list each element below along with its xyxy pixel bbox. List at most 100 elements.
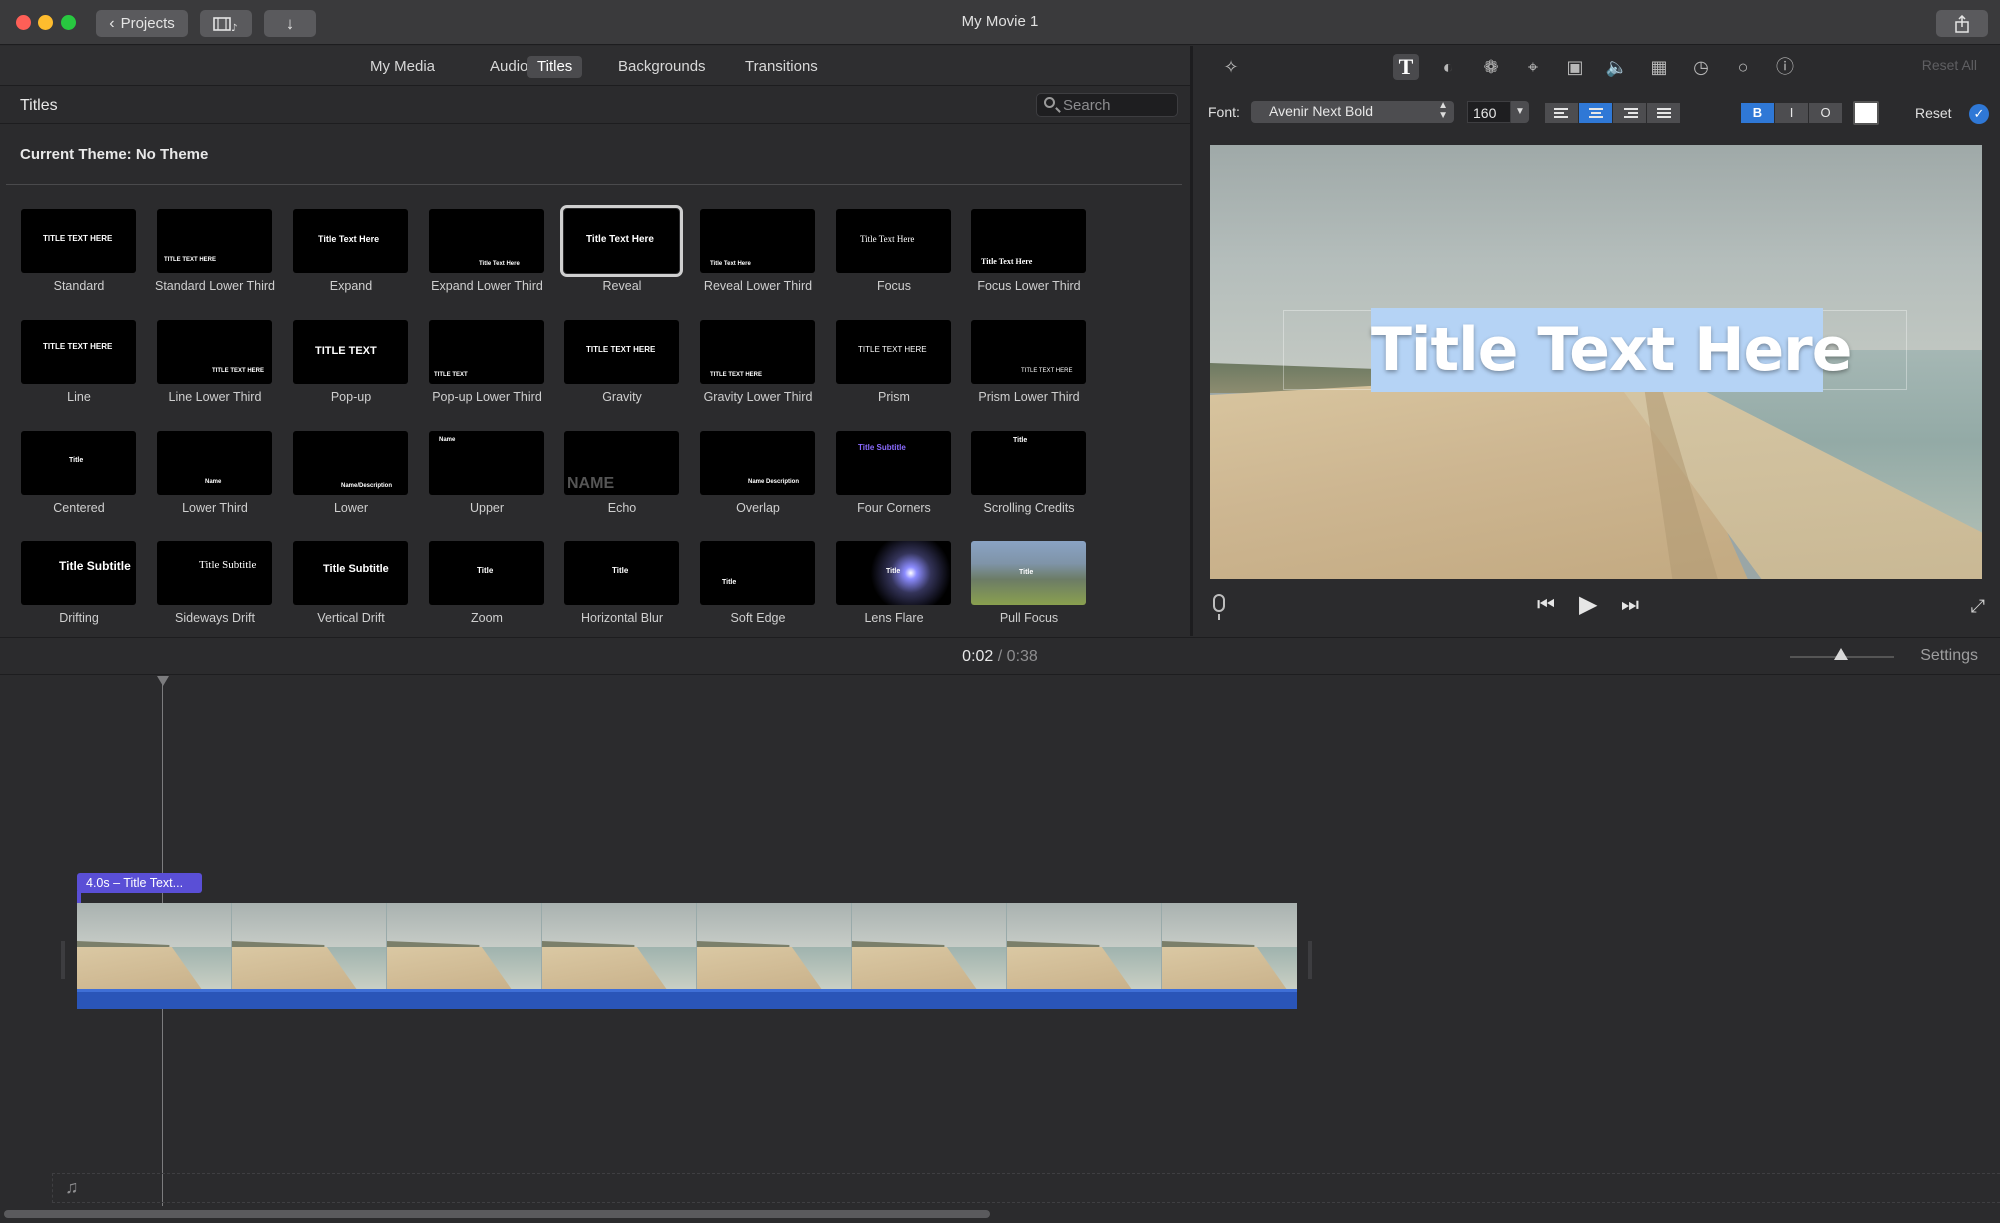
background-music-well[interactable]: ♫ — [52, 1173, 2000, 1203]
color-palette-icon[interactable]: ❁ — [1478, 54, 1504, 80]
filter-icon[interactable]: ○ — [1730, 54, 1756, 80]
title-text-overlay[interactable]: Title Text Here — [1371, 308, 1852, 392]
align-justify-button[interactable] — [1647, 103, 1681, 123]
thumbnail-text: Title — [1013, 437, 1028, 444]
volume-icon[interactable]: 🔈 — [1604, 54, 1630, 80]
title-thumbnail[interactable]: TITLE TEXT HERE — [836, 320, 951, 384]
title-thumbnail[interactable]: Title Subtitle — [21, 541, 136, 605]
title-thumbnail[interactable]: Title Subtitle — [293, 541, 408, 605]
title-thumbnail[interactable]: Title — [971, 541, 1086, 605]
settings-button[interactable]: Settings — [1920, 647, 1978, 665]
title-tile-label: Four Corners — [857, 501, 931, 515]
title-thumbnail[interactable]: Title Text Here — [429, 209, 544, 273]
title-thumbnail[interactable]: TITLE TEXT — [429, 320, 544, 384]
title-thumbnail[interactable]: Title Subtitle — [157, 541, 272, 605]
title-thumbnail[interactable]: Name Description — [700, 431, 815, 495]
speed-icon[interactable]: ◷ — [1688, 54, 1714, 80]
align-right-button[interactable] — [1613, 103, 1647, 123]
title-thumbnail[interactable]: Title — [700, 541, 815, 605]
title-tile-label: Standard — [53, 279, 105, 293]
align-left-button[interactable] — [1545, 103, 1579, 123]
imovie-window: ‹ Projects ♪ ↓ My Movie 1 My Media Audio… — [0, 0, 2000, 1223]
microphone-icon[interactable] — [1213, 594, 1225, 620]
title-thumbnail[interactable]: Name — [157, 431, 272, 495]
title-thumbnail[interactable]: TITLE TEXT HERE — [157, 320, 272, 384]
title-thumbnail[interactable]: Title — [836, 541, 951, 605]
info-icon[interactable]: ⓘ — [1772, 54, 1798, 80]
title-thumbnail[interactable]: Title Text Here — [560, 205, 683, 277]
title-thumbnail[interactable]: TITLE TEXT HERE — [971, 320, 1086, 384]
title-tile-label: Standard Lower Third — [155, 279, 275, 293]
title-thumbnail[interactable]: Title Subtitle — [836, 431, 951, 495]
playhead-marker[interactable] — [157, 676, 169, 686]
current-time: 0:02 — [962, 648, 994, 665]
share-button[interactable] — [1936, 10, 1988, 37]
current-theme-label: Current Theme: No Theme — [20, 146, 209, 163]
play-button[interactable]: ▶ — [1579, 590, 1597, 619]
title-clip[interactable]: 4.0s – Title Text... — [77, 873, 202, 893]
chevron-down-icon[interactable]: ▼ — [1511, 101, 1529, 123]
title-thumbnail[interactable]: Title Text Here — [700, 209, 815, 273]
title-tile-label: Prism Lower Third — [978, 390, 1080, 404]
title-thumbnail[interactable]: NAME — [564, 431, 679, 495]
video-clip[interactable] — [77, 903, 1297, 989]
title-thumbnail[interactable]: TITLE TEXT — [293, 320, 408, 384]
equalizer-icon[interactable]: ▦ — [1646, 54, 1672, 80]
skip-back-button[interactable]: ⏮ — [1537, 594, 1555, 617]
font-select[interactable]: Avenir Next Bold ▲ ▼ — [1251, 101, 1454, 123]
horizontal-scrollbar[interactable] — [4, 1210, 990, 1218]
align-center-button[interactable] — [1579, 103, 1613, 123]
magic-wand-icon[interactable]: ✧ — [1218, 54, 1244, 80]
title-thumbnail[interactable]: Title Text Here — [293, 209, 408, 273]
thumbnail-text: Title Subtitle — [858, 443, 906, 452]
music-note-icon: ♫ — [65, 1177, 79, 1197]
up-down-arrows-icon: ▲ ▼ — [1438, 100, 1448, 121]
tab-titles[interactable]: Titles — [527, 56, 583, 78]
reset-button[interactable]: Reset — [1915, 105, 1952, 121]
title-tile-label: Scrolling Credits — [983, 501, 1075, 515]
apply-checkmark-icon[interactable]: ✓ — [1969, 104, 1989, 124]
title-thumbnail[interactable]: TITLE TEXT HERE — [21, 209, 136, 273]
clip-frame — [232, 903, 387, 989]
title-thumbnail[interactable]: Title — [21, 431, 136, 495]
clip-audio-waveform[interactable] — [77, 989, 1297, 1009]
skip-forward-button[interactable]: ⏭ — [1621, 594, 1639, 617]
reset-all-button[interactable]: Reset All — [1922, 57, 1977, 73]
italic-button[interactable]: I — [1775, 103, 1809, 123]
timeline-toolbar: 0:02 / 0:38 Settings — [0, 637, 2000, 675]
title-thumbnail[interactable]: Title Text Here — [971, 209, 1086, 273]
text-color-well[interactable] — [1853, 101, 1879, 125]
tab-backgrounds[interactable]: Backgrounds — [608, 56, 716, 78]
title-thumbnail[interactable]: Title Text Here — [836, 209, 951, 273]
crop-icon[interactable]: ⌖ — [1520, 54, 1546, 80]
color-balance-icon[interactable]: ◐ — [1435, 54, 1461, 80]
tab-my-media[interactable]: My Media — [360, 56, 445, 78]
font-size-field[interactable]: 160 — [1467, 101, 1511, 123]
title-thumbnail[interactable]: TITLE TEXT HERE — [157, 209, 272, 273]
fullscreen-expand-icon[interactable]: ⤢ — [1971, 596, 1985, 617]
title-thumbnail[interactable]: Title — [971, 431, 1086, 495]
tab-transitions[interactable]: Transitions — [735, 56, 828, 78]
stabilization-camera-icon[interactable]: ▣ — [1562, 54, 1588, 80]
bold-button[interactable]: B — [1741, 103, 1775, 123]
search-field[interactable] — [1036, 93, 1178, 117]
title-tile-label: Vertical Drift — [317, 611, 385, 625]
timeline[interactable]: 4.0s – Title Text... ♫ — [0, 676, 2000, 1223]
search-input[interactable] — [1063, 96, 1173, 114]
title-thumbnail[interactable]: TITLE TEXT HERE — [564, 320, 679, 384]
clip-trim-handle-left[interactable] — [61, 941, 65, 979]
title-tile-label: Reveal Lower Third — [703, 279, 813, 293]
title-thumbnail[interactable]: TITLE TEXT HERE — [700, 320, 815, 384]
clip-trim-handle-right[interactable] — [1308, 941, 1312, 979]
title-tile-label: Expand Lower Third — [431, 279, 543, 293]
zoom-slider-knob[interactable] — [1834, 648, 1848, 660]
title-font-bar: Font: Avenir Next Bold ▲ ▼ 160 ▼ B I O R… — [1193, 98, 2000, 128]
video-preview[interactable]: Title Text Here — [1210, 145, 1982, 579]
title-thumbnail[interactable]: TITLE TEXT HERE — [21, 320, 136, 384]
text-icon[interactable]: T — [1393, 54, 1419, 80]
title-thumbnail[interactable]: Name — [429, 431, 544, 495]
title-thumbnail[interactable]: Title — [429, 541, 544, 605]
outline-button[interactable]: O — [1809, 103, 1843, 123]
title-thumbnail[interactable]: Name/Description — [293, 431, 408, 495]
title-thumbnail[interactable]: Title — [564, 541, 679, 605]
